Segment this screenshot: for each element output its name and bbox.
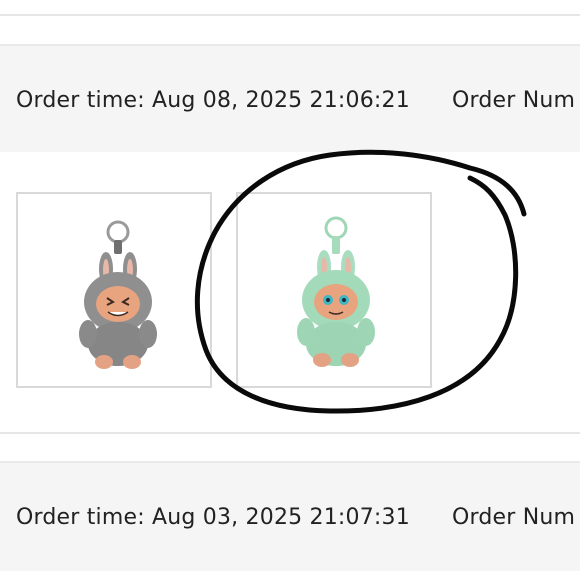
order-time: Order time: Aug 03, 2025 21:07:31 bbox=[16, 504, 410, 530]
grey-bunny-keychain-image bbox=[79, 220, 157, 369]
mint-bunny-keychain-image bbox=[297, 216, 375, 367]
order-history-page: Order time: Aug 08, 2025 21:06:21 Order … bbox=[0, 0, 580, 580]
order-number-label: Order Num bbox=[452, 87, 576, 113]
order-time: Order time: Aug 08, 2025 21:06:21 bbox=[16, 87, 410, 113]
order-header[interactable]: Order time: Aug 03, 2025 21:07:31 Order … bbox=[0, 461, 580, 571]
order-header[interactable]: Order time: Aug 08, 2025 21:06:21 Order … bbox=[0, 44, 580, 154]
order-items-row bbox=[0, 152, 580, 434]
order-number-label: Order Num bbox=[452, 504, 576, 530]
product-thumbnail-mint[interactable] bbox=[236, 192, 432, 388]
product-thumbnail-grey[interactable] bbox=[16, 192, 212, 388]
previous-section-edge bbox=[0, 0, 580, 16]
